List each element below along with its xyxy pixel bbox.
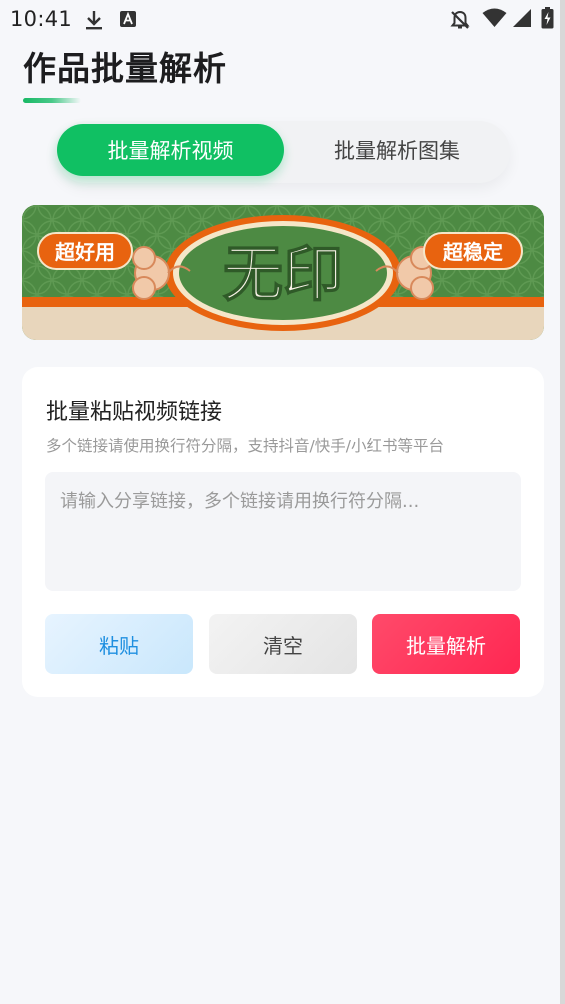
notifications-off-icon <box>449 9 471 35</box>
banner-badge-left: 超好用 <box>54 240 115 264</box>
promo-banner: 超好用 超稳定 无印 <box>22 205 544 340</box>
banner-badge-right: 超稳定 <box>442 240 503 264</box>
link-input[interactable] <box>45 472 521 591</box>
a-badge-icon <box>119 10 137 32</box>
battery-charging-icon <box>541 7 554 33</box>
tab-batch-gallery[interactable]: 批量解析图集 <box>307 124 487 176</box>
title-underline <box>23 98 81 103</box>
tab-batch-video[interactable]: 批量解析视频 <box>57 124 284 176</box>
page-title: 作品批量解析 <box>23 49 227 88</box>
banner-center-text: 无印 <box>223 240 343 310</box>
scrollbar[interactable] <box>560 0 565 1004</box>
paste-button[interactable]: 粘贴 <box>45 614 193 674</box>
status-time: 10:41 <box>10 7 73 31</box>
paste-card-hint: 多个链接请使用换行符分隔，支持抖音/快手/小红书等平台 <box>46 437 444 455</box>
clear-button[interactable]: 清空 <box>209 614 357 674</box>
download-icon <box>84 9 104 35</box>
batch-parse-button[interactable]: 批量解析 <box>372 614 520 674</box>
paste-card-title: 批量粘贴视频链接 <box>46 400 223 425</box>
signal-icon <box>511 8 532 32</box>
status-bar: 10:41 <box>0 0 565 38</box>
paste-card: 批量粘贴视频链接 多个链接请使用换行符分隔，支持抖音/快手/小红书等平台 粘贴 … <box>22 367 544 697</box>
wifi-icon <box>482 8 507 32</box>
app-screen: 10:41 作品批量解析 批量解析视频 批量解析图集 超好用 超稳定 无印 批量… <box>0 0 565 1004</box>
tab-bar: 批量解析视频 批量解析图集 <box>55 121 510 183</box>
